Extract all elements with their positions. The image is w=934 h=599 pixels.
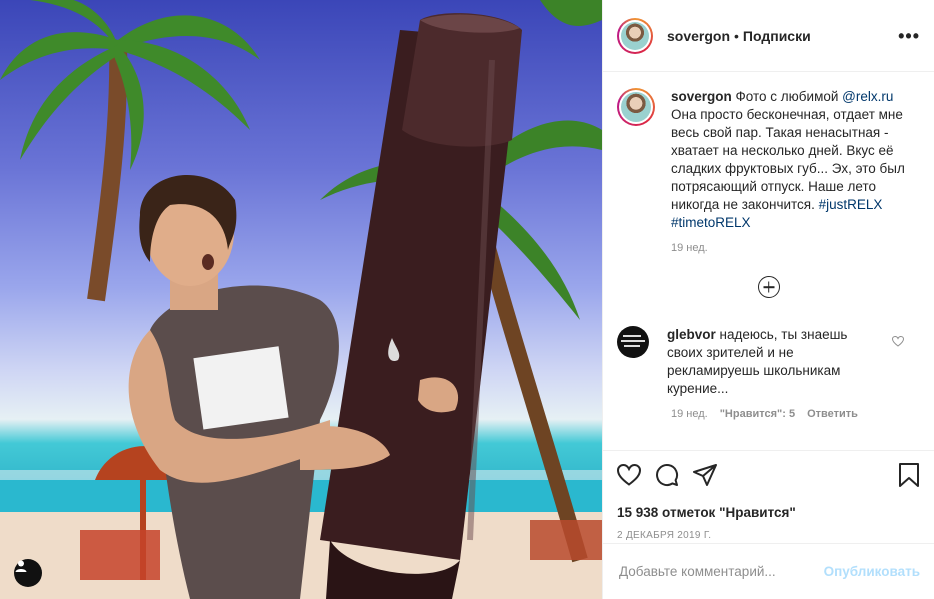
comment-reply-button[interactable]: Ответить bbox=[807, 408, 858, 420]
comments-section[interactable]: sovergon Фото с любимой @relx.ru Она про… bbox=[603, 72, 934, 450]
comment-bubble-icon[interactable] bbox=[655, 463, 679, 487]
comment-text: glebvor надеюсь, ты знаешь своих зрителе… bbox=[667, 326, 875, 398]
comment-age[interactable]: 19 нед. bbox=[671, 408, 708, 420]
caption: sovergon Фото с любимой @relx.ru Она про… bbox=[617, 88, 920, 232]
photo-illustration bbox=[0, 0, 602, 599]
more-horizontal-icon[interactable]: ••• bbox=[898, 26, 920, 47]
caption-text: sovergon Фото с любимой @relx.ru Она про… bbox=[671, 88, 913, 232]
hashtag-timetorelx[interactable]: #timetoRELX bbox=[671, 215, 751, 230]
comment-likes[interactable]: "Нравится": 5 bbox=[720, 408, 795, 420]
palm-trunk-left bbox=[87, 39, 128, 302]
save-bookmark-icon[interactable] bbox=[898, 463, 920, 487]
like-heart-icon[interactable] bbox=[617, 464, 641, 486]
instagram-post: sovergon • Подписки ••• sovergon Фото с … bbox=[0, 0, 934, 599]
add-comment-bar: Опубликовать bbox=[603, 543, 934, 599]
caption-author-avatar[interactable] bbox=[617, 88, 655, 126]
share-paper-plane-icon[interactable] bbox=[693, 464, 717, 486]
publish-comment-button[interactable]: Опубликовать bbox=[824, 564, 920, 579]
post-header: sovergon • Подписки ••• bbox=[603, 0, 934, 72]
caption-username[interactable]: sovergon bbox=[671, 89, 732, 104]
post-actions: 15 938 отметок "Нравится" 2 ДЕКАБРЯ 2019… bbox=[603, 450, 934, 558]
post-photo[interactable] bbox=[0, 0, 602, 599]
comment-item: glebvor надеюсь, ты знаешь своих зрителе… bbox=[617, 326, 920, 398]
author-username[interactable]: sovergon bbox=[667, 28, 730, 44]
comment-meta: 19 нед. "Нравится": 5 Ответить bbox=[671, 408, 920, 420]
user-icon bbox=[15, 560, 27, 572]
palm-leaves-left bbox=[0, 0, 260, 170]
following-button[interactable]: Подписки bbox=[743, 28, 811, 44]
comment-like-icon[interactable] bbox=[892, 336, 904, 347]
tagged-users-button[interactable] bbox=[14, 559, 42, 587]
author-avatar[interactable] bbox=[617, 17, 653, 54]
load-more-comments-icon[interactable] bbox=[757, 276, 780, 298]
commenter-avatar[interactable] bbox=[617, 326, 649, 358]
tshirt-print bbox=[193, 346, 289, 430]
comment-input[interactable] bbox=[617, 563, 824, 580]
likes-count[interactable]: 15 938 отметок "Нравится" bbox=[617, 505, 920, 520]
caption-age[interactable]: 19 нед. bbox=[671, 242, 920, 254]
post-date[interactable]: 2 ДЕКАБРЯ 2019 Г. bbox=[617, 530, 920, 541]
hashtag-justrelx[interactable]: #justRELX bbox=[819, 197, 883, 212]
header-separator: • bbox=[734, 27, 739, 44]
caption-mention[interactable]: @relx.ru bbox=[842, 89, 893, 104]
post-sidebar: sovergon • Подписки ••• sovergon Фото с … bbox=[602, 0, 934, 599]
avatar-image bbox=[621, 21, 649, 50]
commenter-username[interactable]: glebvor bbox=[667, 327, 716, 342]
caption-lead: Фото с любимой bbox=[735, 89, 843, 104]
